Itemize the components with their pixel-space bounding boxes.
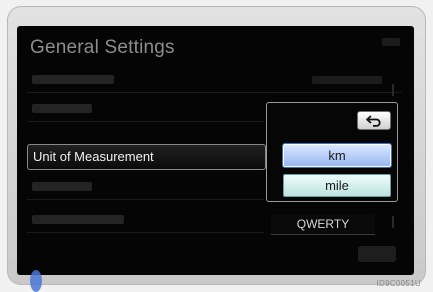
settings-row-dimmed-3[interactable] xyxy=(27,175,264,200)
settings-row-dimmed-1[interactable] xyxy=(27,68,402,93)
page-title: General Settings xyxy=(30,37,175,58)
settings-row-unit-of-measurement[interactable]: Unit of Measurement xyxy=(27,144,266,170)
row-label: Unit of Measurement xyxy=(33,149,154,164)
row-label-placeholder xyxy=(32,104,92,113)
image-code: ID9C0051U xyxy=(376,279,421,288)
settings-screen: General Settings Unit of Measurement QWE… xyxy=(17,26,414,275)
settings-row-dimmed-2[interactable] xyxy=(27,97,264,122)
scroll-indicator xyxy=(392,216,394,228)
back-arrow-icon xyxy=(366,114,381,127)
scroll-indicator xyxy=(392,84,394,96)
unit-option-km[interactable]: km xyxy=(283,144,391,167)
row-label-placeholder xyxy=(32,182,92,191)
keyboard-layout-value[interactable]: QWERTY xyxy=(271,214,375,235)
header-indicator xyxy=(382,38,400,46)
unit-option-mile[interactable]: mile xyxy=(283,174,391,197)
settings-row-keyboard-layout[interactable] xyxy=(27,208,264,233)
save-button[interactable] xyxy=(358,246,396,262)
edge-glow xyxy=(30,270,42,292)
row-label-placeholder xyxy=(32,75,114,84)
row-label-placeholder xyxy=(32,215,124,224)
unit-popup: km mile xyxy=(266,102,398,202)
row-value-placeholder xyxy=(312,76,382,84)
back-button[interactable] xyxy=(357,111,391,130)
